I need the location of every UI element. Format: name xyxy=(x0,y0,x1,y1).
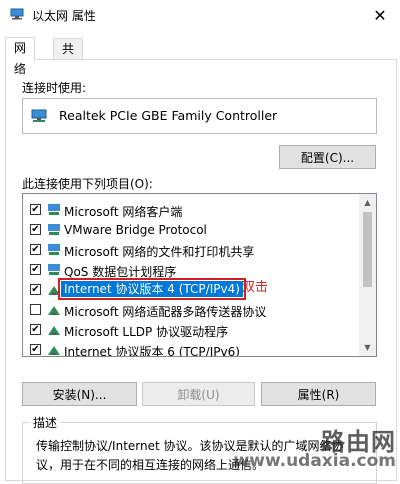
scroll-thumb[interactable] xyxy=(363,212,372,287)
list-item[interactable]: ✔ VMware Bridge Protocol xyxy=(23,220,359,240)
list-item[interactable]: ✔ Internet 协议版本 6 (TCP/IPv6) xyxy=(23,340,359,356)
protocol-icon xyxy=(48,286,60,295)
tab-network[interactable]: 网络 xyxy=(5,37,36,76)
uninstall-button[interactable]: 卸载(U) xyxy=(142,382,255,406)
scroll-up-icon[interactable]: ▲ xyxy=(359,194,376,211)
scroll-down-icon[interactable]: ▼ xyxy=(359,339,376,356)
checkbox[interactable]: ✔ xyxy=(30,224,41,235)
checkbox[interactable]: ✔ xyxy=(30,324,41,335)
network-adapter-icon xyxy=(10,8,24,20)
checkbox[interactable] xyxy=(30,304,41,315)
double-click-annotation: 双击 xyxy=(242,280,269,295)
title-bar: 以太网 属性 ✕ xyxy=(0,0,400,30)
list-item[interactable]: Microsoft 网络适配器多路传送器协议 xyxy=(23,300,359,320)
network-client-icon xyxy=(48,204,60,215)
configure-button[interactable]: 配置(C)... xyxy=(279,145,376,169)
description-title: 描述 xyxy=(30,414,61,431)
checkbox[interactable]: ✔ xyxy=(30,244,41,255)
checkbox[interactable]: ✔ xyxy=(30,204,41,215)
list-item[interactable]: ✔ QoS 数据包计划程序 xyxy=(23,260,359,280)
checkbox[interactable]: ✔ xyxy=(30,284,41,295)
network-service-icon xyxy=(48,244,60,255)
network-card-icon xyxy=(31,109,47,122)
install-button[interactable]: 安装(N)... xyxy=(22,382,137,406)
connect-using-label: 连接时使用: xyxy=(22,81,87,95)
protocol-icon xyxy=(48,306,60,315)
close-icon: ✕ xyxy=(373,5,387,25)
list-item[interactable]: ✔ Microsoft 网络客户端 xyxy=(23,200,359,220)
properties-button[interactable]: 属性(R) xyxy=(261,382,376,406)
list-scrollbar[interactable]: ▲ ▼ xyxy=(359,194,376,356)
items-label: 此连接使用下列项目(O): xyxy=(22,177,153,191)
adapter-box: Realtek PCIe GBE Family Controller xyxy=(22,98,377,134)
list-item-ipv4[interactable]: ✔ Internet 协议版本 4 (TCP/IPv4) xyxy=(23,278,359,300)
protocol-icon xyxy=(48,326,60,335)
network-service-icon xyxy=(48,264,60,275)
close-button[interactable]: ✕ xyxy=(360,0,400,30)
watermark-site: www.udaxia.com xyxy=(233,451,396,471)
checkbox[interactable]: ✔ xyxy=(30,344,41,355)
list-item[interactable]: ✔ Microsoft LLDP 协议驱动程序 xyxy=(23,320,359,340)
window-title: 以太网 属性 xyxy=(32,9,96,23)
adapter-name: Realtek PCIe GBE Family Controller xyxy=(59,108,278,123)
list-item[interactable]: ✔ Microsoft 网络的文件和打印机共享 xyxy=(23,240,359,260)
protocol-icon xyxy=(48,346,60,355)
checkbox[interactable]: ✔ xyxy=(30,264,41,275)
tab-sharing[interactable]: 共享 xyxy=(53,38,84,77)
watermark: 路由网 www.udaxia.com xyxy=(234,420,400,473)
items-list[interactable]: ✔ Microsoft 网络客户端 ✔ VMware Bridge Protoc… xyxy=(22,193,377,357)
network-service-icon xyxy=(48,224,60,235)
